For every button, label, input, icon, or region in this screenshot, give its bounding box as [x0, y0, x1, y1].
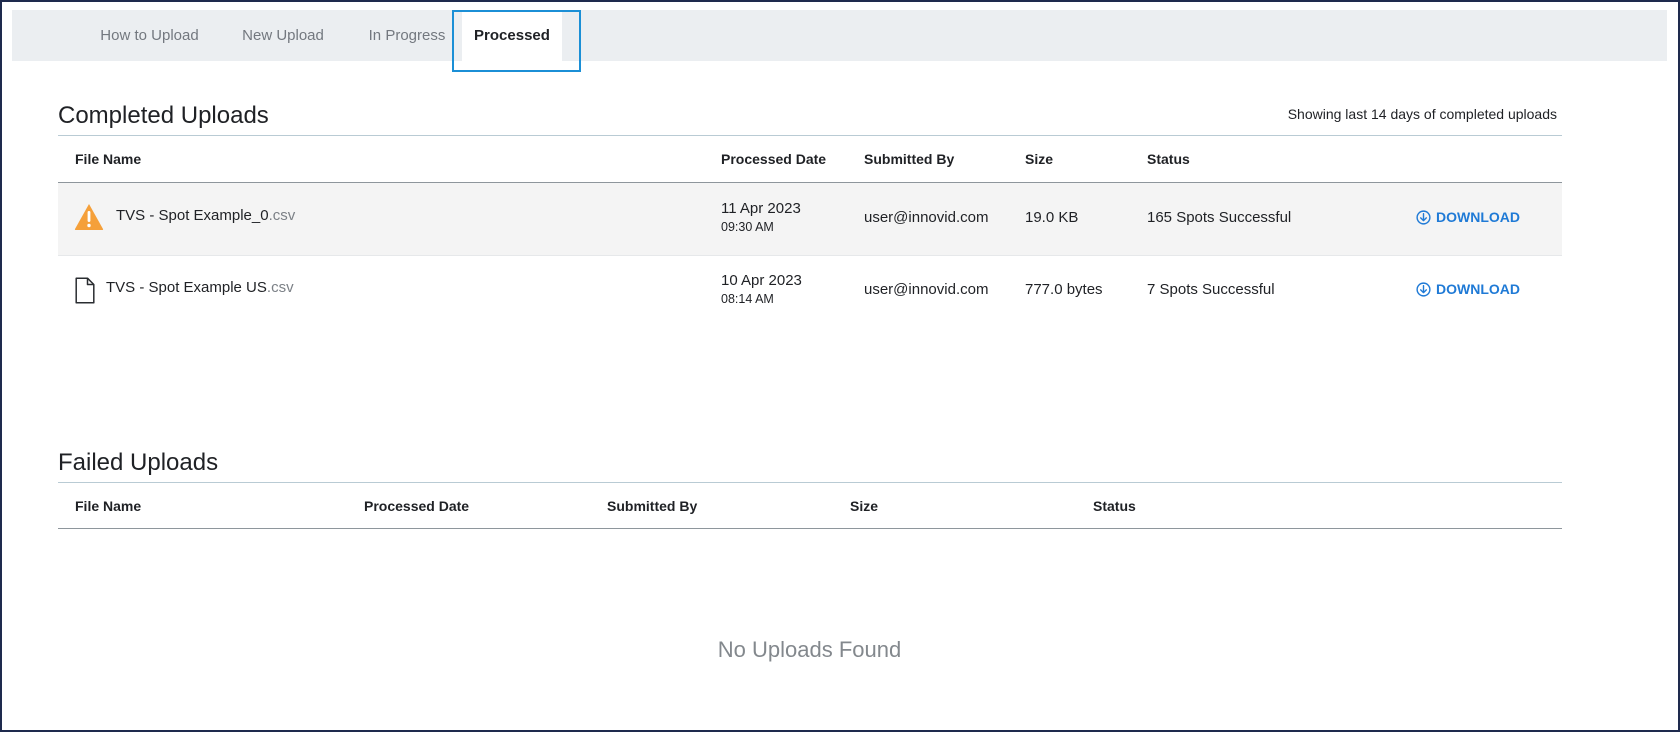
file-base-name: TVS - Spot Example US — [106, 279, 267, 296]
processed-date: 10 Apr 2023 08:14 AM — [721, 272, 802, 306]
column-header-size[interactable]: Size — [1025, 151, 1053, 167]
file-size: 777.0 bytes — [1025, 281, 1103, 298]
download-icon — [1416, 281, 1431, 297]
column-header-file-name[interactable]: File Name — [75, 498, 141, 514]
column-header-status[interactable]: Status — [1093, 498, 1136, 514]
completed-uploads-meta: Showing last 14 days of completed upload… — [1287, 106, 1557, 122]
table-header-divider — [58, 528, 1562, 529]
tab-bar: How to Upload New Upload In Progress Pro… — [12, 10, 1667, 61]
download-button[interactable]: DOWNLOAD — [1416, 209, 1520, 225]
completed-uploads-title: Completed Uploads — [58, 102, 269, 129]
failed-uploads-title: Failed Uploads — [58, 449, 219, 476]
file-name: TVS - Spot Example US.csv — [106, 279, 294, 296]
tab-focus-ring — [452, 10, 581, 72]
empty-state-message: No Uploads Found — [717, 637, 902, 662]
warning-icon — [74, 203, 104, 231]
column-header-size[interactable]: Size — [850, 498, 878, 514]
section-divider — [58, 135, 1562, 136]
column-header-status[interactable]: Status — [1147, 151, 1190, 167]
download-label: DOWNLOAD — [1436, 209, 1520, 225]
processed-date-time: 08:14 AM — [721, 292, 774, 306]
processed-date-time: 09:30 AM — [721, 220, 774, 234]
tab-new-upload[interactable]: New Upload — [222, 10, 344, 61]
column-header-submitted-by[interactable]: Submitted By — [607, 498, 697, 514]
tab-how-to-upload[interactable]: How to Upload — [82, 10, 217, 61]
download-icon — [1416, 209, 1431, 225]
upload-status: 165 Spots Successful — [1147, 209, 1292, 226]
processed-date: 11 Apr 2023 09:30 AM — [721, 200, 801, 234]
processed-date-day: 11 Apr 2023 — [721, 200, 801, 217]
processed-date-day: 10 Apr 2023 — [721, 272, 802, 289]
file-icon — [75, 277, 95, 304]
submitted-by: user@innovid.com — [864, 281, 989, 298]
page-frame: How to Upload New Upload In Progress Pro… — [0, 0, 1680, 732]
download-label: DOWNLOAD — [1436, 281, 1520, 297]
upload-status: 7 Spots Successful — [1147, 281, 1275, 298]
file-extension: .csv — [266, 279, 294, 296]
submitted-by: user@innovid.com — [864, 209, 989, 226]
column-header-processed-date[interactable]: Processed Date — [721, 151, 826, 167]
section-divider — [58, 482, 1562, 483]
file-size: 19.0 KB — [1025, 209, 1079, 226]
column-header-processed-date[interactable]: Processed Date — [364, 498, 469, 514]
column-header-submitted-by[interactable]: Submitted By — [864, 151, 954, 167]
file-extension: .csv — [268, 207, 296, 224]
file-base-name: TVS - Spot Example_0 — [116, 207, 269, 224]
download-button[interactable]: DOWNLOAD — [1416, 281, 1520, 297]
tab-in-progress[interactable]: In Progress — [347, 10, 467, 61]
column-header-file-name[interactable]: File Name — [75, 151, 141, 167]
file-name: TVS - Spot Example_0.csv — [116, 207, 295, 224]
